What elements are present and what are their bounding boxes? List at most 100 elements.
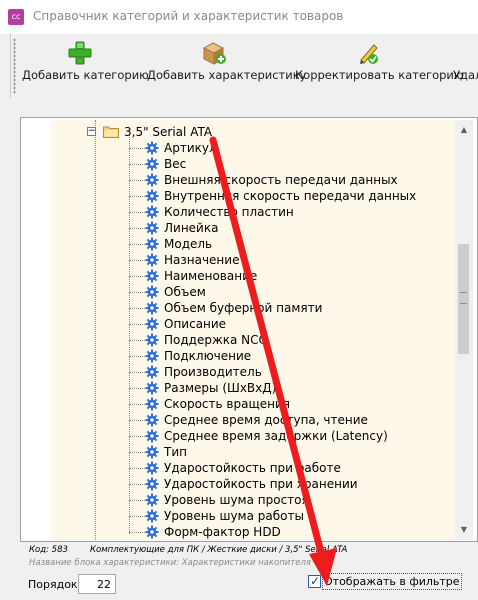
tree-leaf-item[interactable]: Форм-фактор HDD	[51, 524, 451, 540]
tree-leaf-item[interactable]: Размеры (ШхВхД)	[51, 380, 451, 396]
tree-leaf-item[interactable]: Подключение	[51, 348, 451, 364]
add-category-button[interactable]: Добавить категорию	[22, 34, 149, 94]
tree-leaf-item[interactable]: Количество пластин	[51, 204, 451, 220]
tree-leaf-item[interactable]: Модель	[51, 236, 451, 252]
delete-button[interactable]: Удал	[453, 34, 478, 94]
scroll-down-icon[interactable]: ▼	[455, 522, 473, 538]
tree-leaf-item[interactable]: Внутренняя скорость передачи данных	[51, 188, 451, 204]
tree-connector	[129, 356, 145, 357]
category-info-line: Код: 583 Комплектующие для ПК / Жесткие …	[26, 545, 466, 557]
tree-scrollbar[interactable]: ▲ ▼	[455, 120, 473, 540]
tree-leaf-label: Наименование	[164, 269, 258, 283]
scroll-up-icon[interactable]: ▲	[455, 122, 473, 138]
tree-connector	[129, 372, 145, 373]
tree-leaf-item[interactable]: Ударостойкость при хранении	[51, 476, 451, 492]
tree-leaf-item[interactable]: Линейка	[51, 220, 451, 236]
tree-leaf-label: Назначение	[164, 253, 240, 267]
tree-leaf-item[interactable]: Уровень шума работы	[51, 508, 451, 524]
gear-icon	[145, 509, 159, 523]
scroll-thumb[interactable]	[458, 244, 469, 354]
tree-connector	[129, 468, 145, 469]
tree-leaf-item[interactable]: Назначение	[51, 252, 451, 268]
gear-icon	[145, 205, 159, 219]
tree-connector	[129, 452, 145, 453]
tree-leaf-item[interactable]: Вес	[51, 156, 451, 172]
toolbar: Добавить категорию Добавить характеристи…	[10, 34, 478, 98]
category-path: Комплектующие для ПК / Жесткие диски / 3…	[90, 545, 348, 555]
toolbar-grip[interactable]	[13, 38, 16, 94]
tree-leaf-item[interactable]: Внешняя скорость передачи данных	[51, 172, 451, 188]
gear-icon	[145, 525, 159, 539]
tree-leaf-label: Форм-фактор HDD	[164, 525, 281, 539]
tree-leaf-label: Количество пластин	[164, 205, 294, 219]
gear-icon	[145, 221, 159, 235]
tree-connector	[129, 420, 145, 421]
gear-icon	[145, 461, 159, 475]
tree-leaf-label: Поддержка NCQ	[164, 333, 268, 347]
gear-icon	[145, 141, 159, 155]
order-input[interactable]	[78, 574, 116, 594]
edit-category-label: Корректировать категорию	[295, 68, 464, 82]
tree-connector	[129, 196, 145, 197]
block-name-text: Название блока характеристики: Характери…	[29, 558, 312, 568]
tree-leaf-item[interactable]: Тип	[51, 444, 451, 460]
gear-icon	[145, 333, 159, 347]
gear-icon	[145, 365, 159, 379]
tree-leaf-item[interactable]: Производитель	[51, 364, 451, 380]
tree-leaf-item[interactable]: Среднее время доступа, чтение	[51, 412, 451, 428]
tree-leaf-label: Размеры (ШхВхД)	[164, 381, 277, 395]
tree-connector	[129, 260, 145, 261]
category-tree[interactable]: − 3,5" Serial ATA Артикул Вес Внешняя скор…	[51, 120, 455, 540]
tree-leaf-label: Вес	[164, 157, 187, 171]
tree-leaf-label: Описание	[164, 317, 227, 331]
edit-category-button[interactable]: Корректировать категорию	[295, 34, 464, 94]
tree-node-serial-ata[interactable]: − 3,5" Serial ATA	[51, 124, 351, 140]
tree-node-label: 3,5" Serial ATA	[124, 125, 213, 139]
tree-leaf-item[interactable]: Уровень шума простоя	[51, 492, 451, 508]
tree-leaf-label: Объем буферной памяти	[164, 301, 323, 315]
box-add-icon	[202, 42, 226, 65]
app-window: cc Справочник категорий и характеристик …	[0, 0, 478, 600]
tree-leaf-label: Среднее время доступа, чтение	[164, 413, 368, 427]
tree-leaf-item[interactable]: Артикул	[51, 140, 451, 156]
gear-icon	[145, 189, 159, 203]
tree-leaf-label: Скорость вращения	[164, 397, 290, 411]
green-plus-icon	[68, 41, 92, 65]
tree-leaf-item[interactable]: Скорость вращения	[51, 396, 451, 412]
tree-leaf-item[interactable]: Поддержка NCQ	[51, 332, 451, 348]
tree-connector	[129, 164, 145, 165]
tree-leaf-item[interactable]: Ударостойкость при работе	[51, 460, 451, 476]
tree-connector	[129, 276, 145, 277]
gear-icon	[145, 429, 159, 443]
tree-leaf-label: Модель	[164, 237, 213, 251]
title-bar: cc Справочник категорий и характеристик …	[0, 0, 478, 34]
checkmark-icon: ✓	[310, 574, 321, 588]
tree-leaf-label: Подключение	[164, 349, 252, 363]
tree-connector	[129, 148, 145, 149]
add-category-label: Добавить категорию	[22, 68, 149, 82]
category-code: Код: 583	[29, 545, 68, 555]
tree-connector	[129, 324, 145, 325]
tree-connector	[129, 500, 145, 501]
category-tree-panel: − 3,5" Serial ATA Артикул Вес Внешняя скор…	[20, 117, 478, 542]
tree-leaf-item[interactable]: Объем	[51, 284, 451, 300]
filter-checkbox[interactable]: ✓	[308, 574, 321, 588]
tree-leaf-label: Тип	[164, 445, 187, 459]
tree-connector	[129, 436, 145, 437]
tree-leaf-item[interactable]: Среднее время задержки (Latency)	[51, 428, 451, 444]
tree-leaf-label: Внешняя скорость передачи данных	[164, 173, 398, 187]
collapse-toggle-icon[interactable]: −	[87, 127, 96, 136]
gear-icon	[145, 413, 159, 427]
tree-leaf-item[interactable]: Наименование	[51, 268, 451, 284]
tree-leaf-label: Артикул	[164, 141, 217, 155]
delete-label: Удал	[453, 68, 478, 82]
tree-leaf-label: Уровень шума простоя	[164, 493, 309, 507]
gear-icon	[145, 445, 159, 459]
gear-icon	[145, 237, 159, 251]
gear-icon	[145, 477, 159, 491]
filter-checkbox-label[interactable]: Отображать в фильтре	[322, 573, 462, 590]
add-characteristic-button[interactable]: Добавить характеристику	[147, 34, 306, 94]
tree-leaf-item[interactable]: Описание	[51, 316, 451, 332]
tree-connector	[129, 308, 145, 309]
tree-leaf-item[interactable]: Объем буферной памяти	[51, 300, 451, 316]
